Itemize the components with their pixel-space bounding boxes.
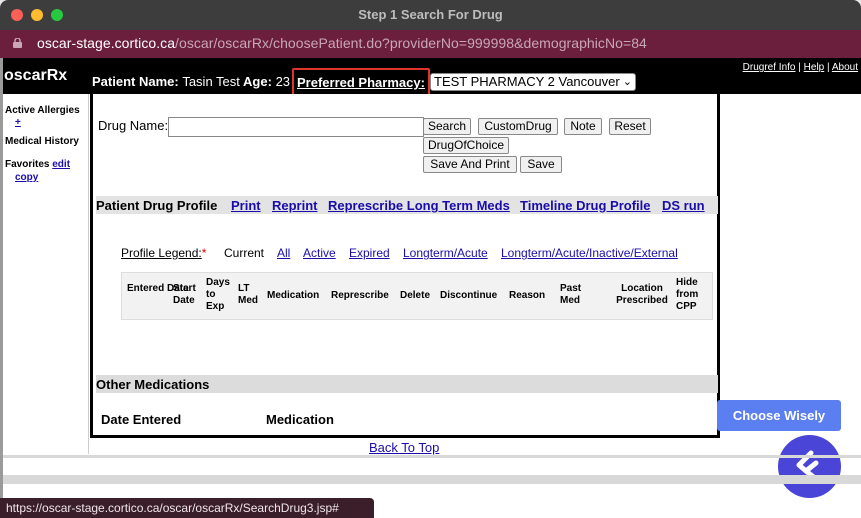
- drugref-info-link[interactable]: Drugref Info: [743, 62, 796, 73]
- ds-run-link[interactable]: DS run: [662, 198, 705, 213]
- choose-wisely-button[interactable]: Choose Wisely: [717, 400, 841, 431]
- left-nav: Active Allergies + Medical History Favor…: [3, 94, 89, 454]
- legend-current: Current: [224, 246, 265, 260]
- table-header-location-prescribed: Location Prescribed: [616, 283, 668, 306]
- save-and-print-button[interactable]: Save And Print: [423, 156, 517, 173]
- legend-longterm-acute-inactive-external-link[interactable]: Longterm/Acute/Inactive/External: [501, 246, 678, 260]
- chevron-down-icon: ⌄: [622, 76, 632, 88]
- help-link[interactable]: Help: [804, 62, 825, 73]
- url-bar[interactable]: oscar-stage.cortico.ca/oscar/oscarRx/cho…: [0, 30, 861, 58]
- main-content: Drug Name: Search CustomDrug Note Reset …: [90, 94, 720, 438]
- legend-required-star: *: [201, 246, 207, 260]
- legend-longterm-acute-link[interactable]: Longterm/Acute: [403, 246, 488, 260]
- url-path: /oscar/oscarRx/choosePatient.do?provider…: [175, 35, 647, 51]
- other-meds-header-date: Date Entered: [101, 412, 182, 427]
- profile-legend-label: Profile Legend:: [121, 246, 202, 260]
- pharmacy-selected-value: TEST PHARMACY 2 Vancouver: [434, 74, 620, 89]
- link-separator: |: [798, 62, 801, 73]
- patient-name: Tasin Test: [182, 74, 240, 89]
- timeline-drug-profile-link[interactable]: Timeline Drug Profile: [520, 198, 651, 213]
- other-medications-bar: Other Medications: [96, 375, 718, 393]
- divider: [3, 475, 861, 484]
- note-button[interactable]: Note: [564, 118, 602, 135]
- top-links: Drugref Info | Help | About: [743, 62, 858, 73]
- url-host: oscar-stage.cortico.ca: [37, 35, 176, 51]
- other-meds-header-medication: Medication: [266, 412, 334, 427]
- patient-label: Patient Name:: [92, 74, 179, 89]
- table-header-reason: Reason: [509, 290, 546, 301]
- window-title: Step 1 Search For Drug: [358, 7, 503, 22]
- other-medications-title: Other Medications: [96, 377, 210, 392]
- drug-profile-table: Entered Date Start Date Days to Exp LT M…: [121, 272, 713, 320]
- table-header-medication: Medication: [267, 290, 320, 301]
- favorites-label: Favorites: [5, 159, 50, 170]
- oscar-logo: oscarRx: [4, 67, 68, 84]
- pharmacy-select[interactable]: TEST PHARMACY 2 Vancouver ⌄: [430, 73, 636, 91]
- cortico-logo-icon: [796, 450, 819, 482]
- title-bar: Step 1 Search For Drug: [0, 0, 861, 30]
- search-button[interactable]: Search: [423, 118, 471, 135]
- drug-name-label: Drug Name:: [98, 118, 169, 133]
- preferred-pharmacy-link[interactable]: Preferred Pharmacy:: [297, 75, 425, 90]
- link-separator: |: [827, 62, 830, 73]
- drug-name-input[interactable]: [168, 117, 424, 137]
- legend-expired-link[interactable]: Expired: [349, 246, 390, 260]
- cortico-fab-button[interactable]: [778, 435, 841, 498]
- about-link[interactable]: About: [832, 62, 858, 73]
- legend-active-link[interactable]: Active: [303, 246, 336, 260]
- save-button[interactable]: Save: [520, 156, 562, 173]
- reprint-link[interactable]: Reprint: [272, 198, 318, 213]
- reset-button[interactable]: Reset: [609, 118, 651, 135]
- favorites-copy-link[interactable]: copy: [15, 172, 38, 183]
- patient-info: Patient Name: Tasin Test Age: 23: [92, 74, 290, 89]
- browser-window: Step 1 Search For Drug oscar-stage.corti…: [0, 0, 861, 518]
- add-allergy-link[interactable]: +: [15, 117, 21, 128]
- favorites-row: Favorites edit: [5, 159, 70, 170]
- drug-of-choice-button[interactable]: DrugOfChoice: [423, 137, 509, 154]
- favorites-edit-link[interactable]: edit: [52, 159, 70, 170]
- print-link[interactable]: Print: [231, 198, 261, 213]
- table-header-delete: Delete: [400, 290, 431, 301]
- profile-legend: Profile Legend:* Current All Active Expi…: [121, 246, 678, 260]
- status-bar: https://oscar-stage.cortico.ca/oscar/osc…: [0, 498, 374, 518]
- drug-profile-title: Patient Drug Profile: [96, 198, 218, 213]
- patient-age: 23: [275, 74, 291, 89]
- medical-history-link[interactable]: Medical History: [5, 136, 79, 147]
- table-header-past-med: Past Med: [560, 283, 582, 306]
- table-header-start-date: Start Date: [173, 283, 196, 306]
- active-allergies-label: Active Allergies: [5, 105, 80, 116]
- represcribe-long-term-link[interactable]: Represcribe Long Term Meds: [328, 198, 510, 213]
- custom-drug-button[interactable]: CustomDrug: [478, 118, 558, 135]
- back-to-top-link[interactable]: Back To Top: [369, 440, 439, 455]
- url-text[interactable]: oscar-stage.cortico.ca/oscar/oscarRx/cho…: [37, 35, 647, 51]
- table-header-days-to-exp: Days to Exp: [206, 277, 230, 312]
- divider: [3, 455, 861, 458]
- lock-icon: [13, 38, 22, 48]
- table-header-represcribe: Represcribe: [331, 290, 389, 301]
- oscar-header: oscarRx Patient Name: Tasin Test Age: 23…: [3, 58, 861, 100]
- drug-profile-bar: Patient Drug Profile Print Reprint Repre…: [96, 196, 718, 214]
- legend-all-link[interactable]: All: [277, 246, 290, 260]
- age-label: Age:: [243, 74, 272, 89]
- table-header-lt-med: LT Med: [238, 283, 258, 306]
- table-header-discontinue: Discontinue: [440, 290, 498, 301]
- table-header-hide-from-cpp: Hide from CPP: [676, 277, 699, 312]
